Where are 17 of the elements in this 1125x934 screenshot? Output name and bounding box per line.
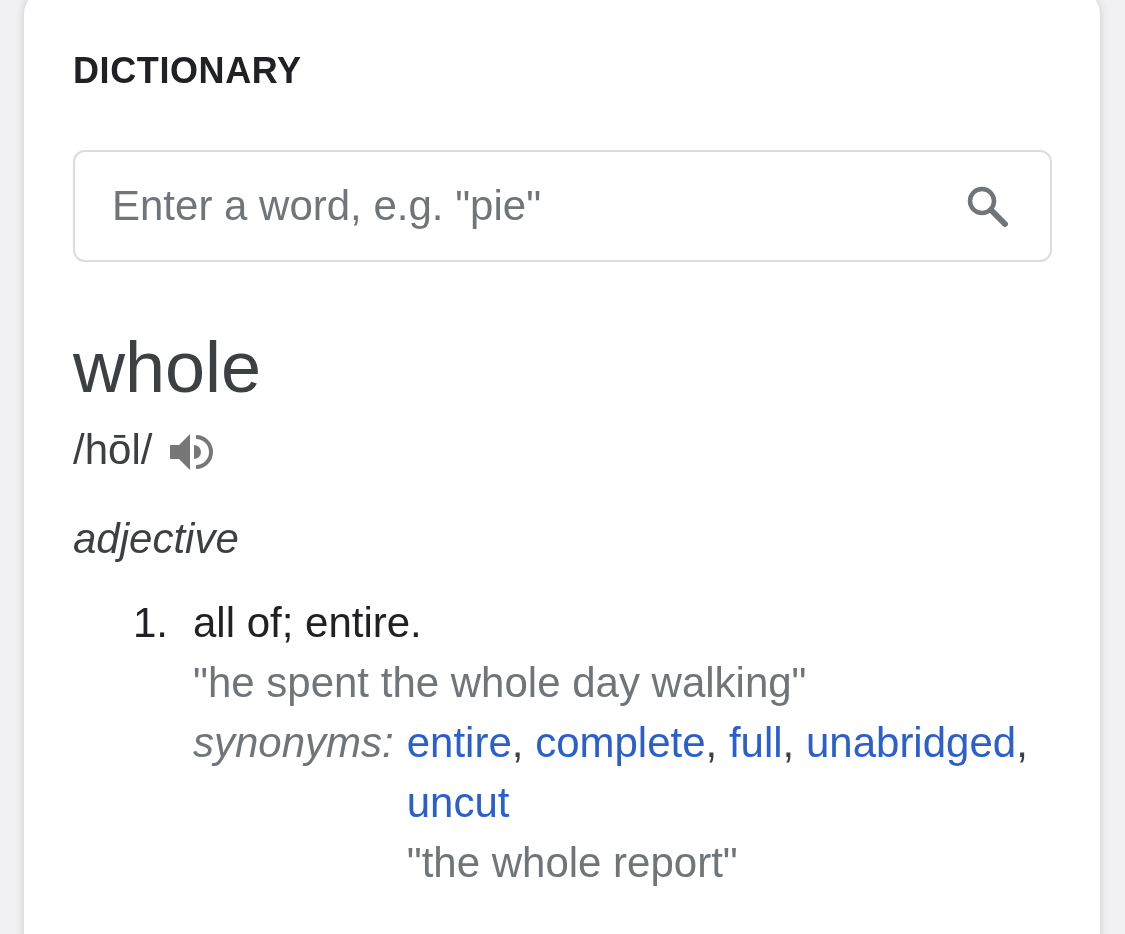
search-icon[interactable]	[965, 184, 1009, 228]
synonym-link[interactable]: entire	[406, 719, 512, 766]
synonym-link[interactable]: unabridged	[805, 719, 1017, 766]
example-sentence: "he spent the whole day walking"	[193, 658, 807, 708]
synonym-link[interactable]: complete	[535, 719, 706, 766]
example-sentence: "the whole report"	[406, 838, 738, 888]
synonym-link[interactable]: full	[728, 719, 783, 766]
part-of-speech: adjective	[73, 514, 239, 564]
synonyms-label: synonyms:	[193, 718, 394, 768]
definition-text: all of; entire.	[193, 598, 422, 648]
section-title: DICTIONARY	[73, 50, 302, 92]
list-number: 1.	[133, 598, 169, 648]
headword: whole	[73, 327, 262, 407]
search-field[interactable]: Enter a word, e.g. "pie"	[73, 150, 1052, 262]
synonym-link[interactable]: uncut	[406, 779, 510, 826]
pronunciation: /hōl/	[73, 425, 153, 475]
synonym-list: entire, complete, full, unabridged, uncut	[406, 713, 1052, 833]
